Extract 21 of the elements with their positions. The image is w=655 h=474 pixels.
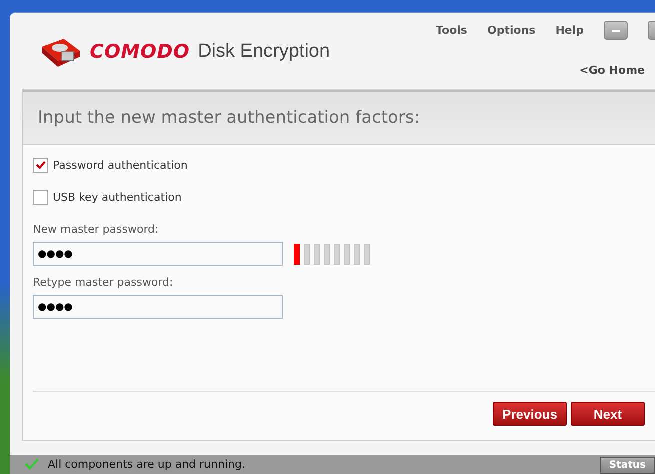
- go-home-link[interactable]: <Go Home: [580, 64, 645, 77]
- menu-item[interactable]: Help: [556, 24, 584, 37]
- checkbox[interactable]: [33, 158, 48, 172]
- checkbox[interactable]: [33, 190, 48, 204]
- minimize-button[interactable]: [604, 21, 628, 40]
- product-name: Disk Encryption: [198, 41, 330, 63]
- menu-item[interactable]: Options: [487, 24, 536, 37]
- panel-title: Input the new master authentication factors:: [38, 108, 420, 128]
- nav-button[interactable]: Next: [571, 402, 645, 426]
- menu-item[interactable]: Tools: [436, 24, 468, 37]
- minimize-icon: [612, 29, 620, 32]
- checkbox-label: Password authentication: [53, 158, 188, 172]
- password-field[interactable]: ●●●●: [33, 242, 283, 266]
- field-label: New master password:: [33, 223, 160, 236]
- field-label: Retype master password:: [33, 276, 174, 289]
- status-message: All components are up and running.: [48, 458, 246, 471]
- brand-name: COMODO: [90, 41, 190, 63]
- nav-button[interactable]: Previous: [493, 402, 567, 426]
- check-icon: [24, 458, 40, 472]
- checkbox-label: USB key authentication: [53, 190, 182, 204]
- password-field[interactable]: ●●●●: [33, 295, 283, 319]
